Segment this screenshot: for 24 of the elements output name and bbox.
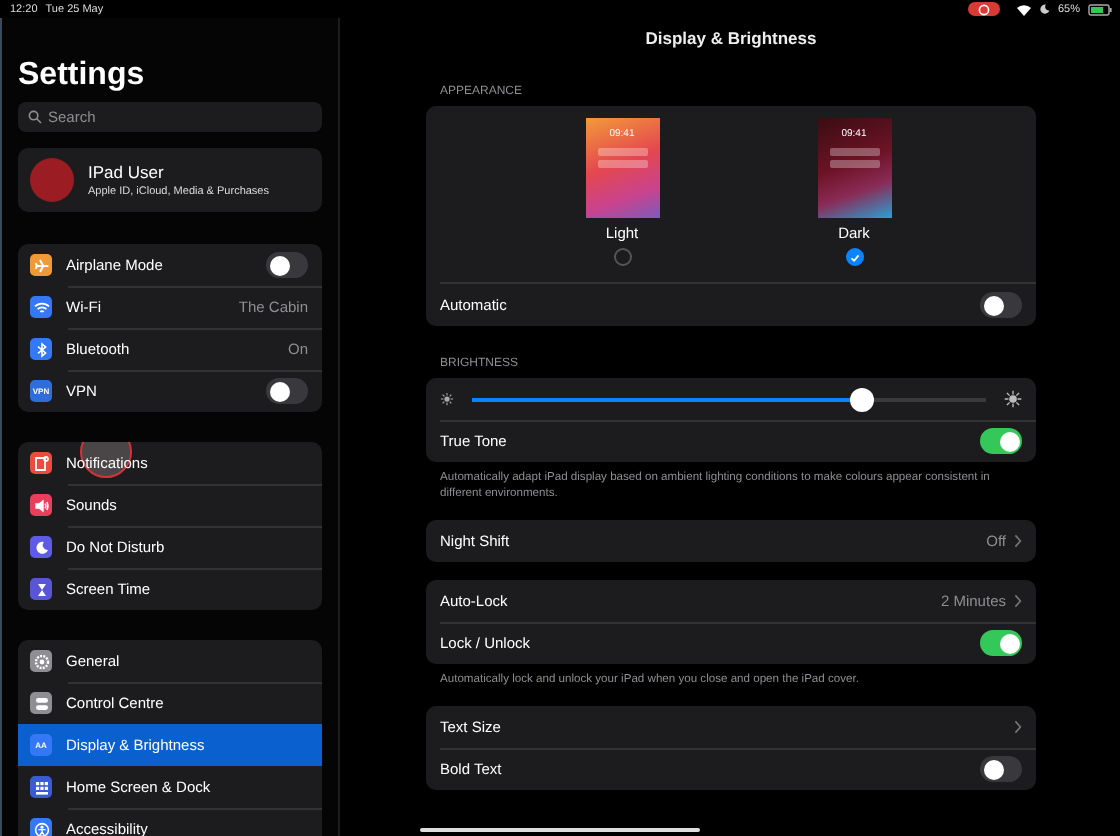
page-title: Display & Brightness (643, 26, 819, 52)
moon-icon (1039, 4, 1050, 14)
radio-button[interactable] (845, 248, 863, 266)
chevron-icon (1014, 594, 1022, 608)
toggle-switch[interactable] (266, 378, 308, 404)
search-icon (28, 110, 42, 124)
settings-title: Settings (18, 56, 147, 94)
toggle-switch[interactable] (266, 252, 308, 278)
toggle-switch[interactable] (980, 428, 1022, 454)
sun-large-icon (1004, 390, 1022, 408)
toggle-switch[interactable] (980, 630, 1022, 656)
profile-name: IPad User (88, 162, 166, 182)
sun-small-icon (440, 392, 454, 406)
chevron-icon (1014, 534, 1022, 548)
toggle-switch[interactable] (980, 756, 1022, 782)
checkmark-icon (847, 249, 861, 265)
battery-icon (1088, 3, 1112, 15)
chevron-icon (1014, 720, 1022, 734)
avatar-photo (30, 158, 74, 202)
wifi-icon (1015, 3, 1032, 15)
radio-button[interactable] (613, 248, 631, 266)
slider-thumb[interactable] (850, 387, 875, 411)
toggle-switch[interactable] (980, 292, 1022, 318)
microphone-indicator-icon (967, 2, 1000, 16)
